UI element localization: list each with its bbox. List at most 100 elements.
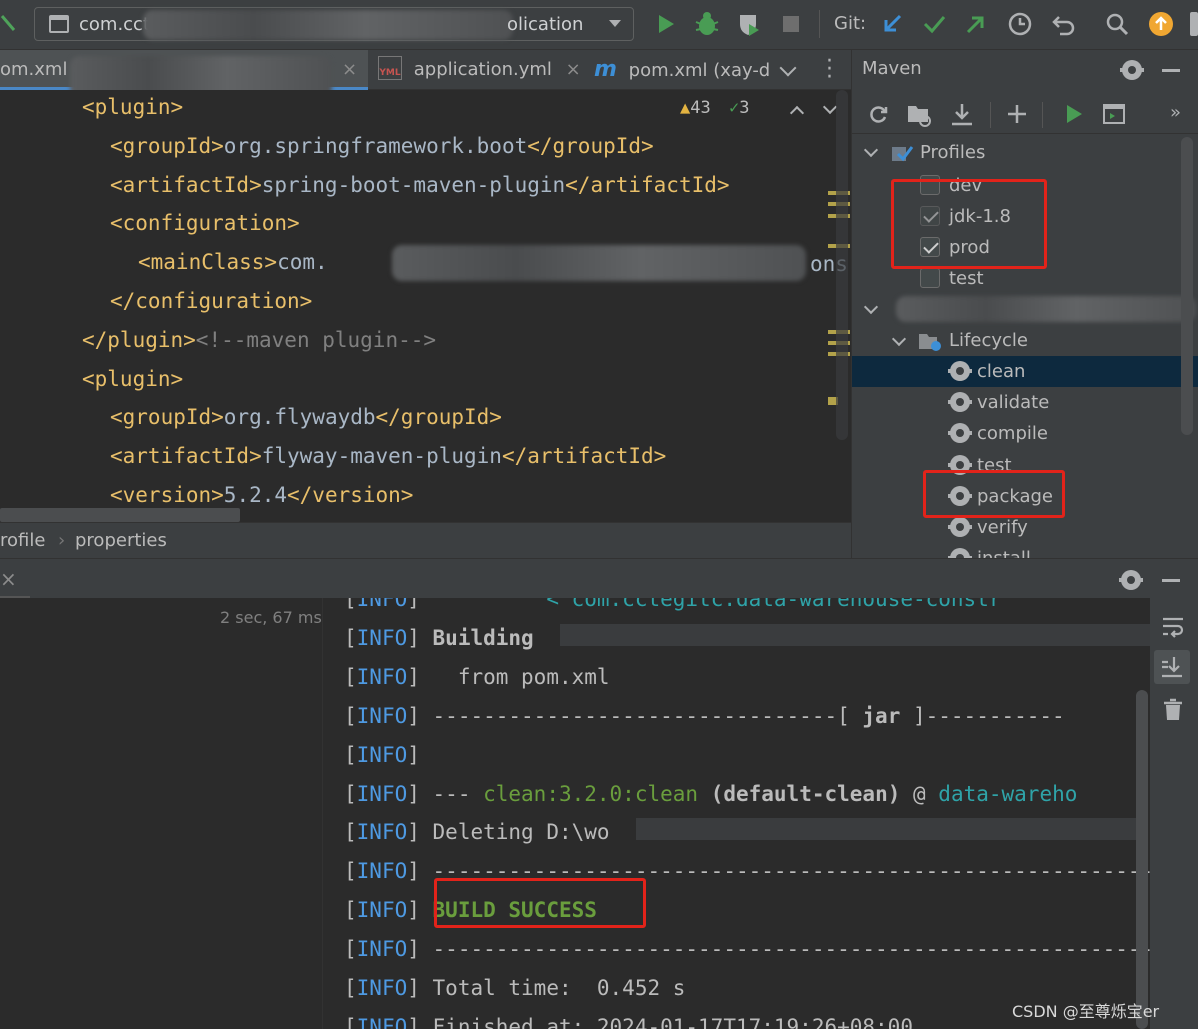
- profile-checkbox[interactable]: [920, 268, 940, 288]
- log-text: Total time: 0.452 s: [432, 976, 686, 1000]
- reload-icon[interactable]: [866, 102, 890, 126]
- soft-wrap-icon[interactable]: [1160, 614, 1186, 640]
- redacted-deleting-path: [636, 818, 1146, 840]
- xml-tag: <mainClass>: [138, 250, 278, 275]
- stop-icon[interactable]: [777, 10, 805, 38]
- lifecycle-label: validate: [977, 392, 1050, 414]
- scroll-to-end-button[interactable]: [1154, 650, 1190, 684]
- log-level: INFO: [356, 742, 408, 767]
- maven-scrollbar[interactable]: [1181, 137, 1193, 435]
- bracket: ]: [407, 937, 433, 962]
- code-line: <artifactId>flyway-maven-plugin</artifac…: [110, 437, 666, 475]
- more-options-icon[interactable]: · · ·: [826, 51, 833, 89]
- breadcrumb-item[interactable]: properties: [75, 523, 167, 559]
- minimize-icon[interactable]: [1162, 579, 1180, 582]
- editor-horizontal-scrollbar[interactable]: [0, 508, 240, 522]
- bracket: ]: [407, 742, 433, 767]
- log-level: INFO: [356, 976, 408, 1000]
- maven-toolbar: »: [852, 94, 1198, 134]
- breadcrumb: rofile › properties: [0, 522, 851, 558]
- more-tools-icon[interactable]: »: [1170, 102, 1181, 123]
- history-icon[interactable]: [1006, 10, 1034, 38]
- tab-pom-xml-1[interactable]: om.xml ( ×: [0, 50, 368, 98]
- log-text: @: [900, 781, 939, 806]
- bracket: [: [344, 1014, 357, 1029]
- git-push-icon[interactable]: [962, 10, 990, 38]
- console-line: [INFO] ---------------------------------…: [344, 930, 1150, 969]
- bracket: ]: [407, 598, 433, 611]
- tab-pom-xml-2[interactable]: m pom.xml (xay-d: [594, 50, 774, 90]
- log-text: < com.cctegitc.data-warehouse-constr: [546, 598, 1002, 611]
- chevron-down-icon[interactable]: [863, 299, 879, 315]
- console-scrollbar[interactable]: [1136, 690, 1148, 1029]
- trash-icon[interactable]: [1162, 698, 1184, 722]
- console-line: [INFO]: [344, 736, 433, 775]
- run-configuration-selector[interactable]: com.cct olication: [34, 7, 634, 41]
- gear-icon: [948, 361, 972, 381]
- xml-tag: </artifactId>: [501, 444, 667, 469]
- settings-gear-icon[interactable]: [1119, 570, 1143, 590]
- close-icon[interactable]: ×: [566, 59, 581, 80]
- xml-tag: <configuration>: [110, 211, 300, 236]
- bracket: [: [344, 820, 357, 845]
- lifecycle-folder-icon: [919, 334, 941, 351]
- tab-list-chevron-icon[interactable]: [779, 59, 797, 77]
- lifecycle-item-compile[interactable]: compile: [852, 418, 1198, 449]
- download-icon[interactable]: [950, 102, 974, 128]
- rollback-icon[interactable]: [1050, 10, 1078, 38]
- console-line: [INFO] Building: [344, 619, 546, 658]
- coverage-icon[interactable]: [735, 10, 763, 38]
- bracket: [: [344, 781, 357, 806]
- console-output[interactable]: [INFO] < com.cctegitc.data-warehouse-con…: [324, 598, 1150, 1029]
- run-icon[interactable]: [652, 10, 680, 38]
- add-icon[interactable]: [1006, 103, 1028, 125]
- execute-goal-icon[interactable]: [1102, 102, 1126, 126]
- code-line: <mainClass>com.: [138, 243, 328, 281]
- git-commit-icon[interactable]: [920, 10, 948, 38]
- bracket: ]: [407, 625, 433, 650]
- toolbar-separator: [1042, 102, 1043, 128]
- tab-application-yml[interactable]: YML application.yml ×: [378, 50, 581, 90]
- code-editor[interactable]: <plugin> <groupId>org.springframework.boo…: [0, 90, 851, 522]
- chevron-down-icon[interactable]: [891, 331, 907, 347]
- generate-sources-icon[interactable]: [906, 102, 932, 128]
- bracket: ]: [407, 1014, 433, 1029]
- close-icon[interactable]: ×: [0, 567, 17, 591]
- debug-icon[interactable]: [693, 10, 721, 38]
- run-maven-build-icon[interactable]: [1062, 102, 1086, 126]
- log-text: Finished at: 2024-01-17T17:19:26+08:00: [432, 1014, 913, 1029]
- close-icon[interactable]: ×: [342, 50, 357, 90]
- log-level: INFO: [356, 859, 408, 884]
- log-level: INFO: [356, 598, 408, 611]
- xml-tag: <groupId>: [110, 133, 224, 158]
- git-update-icon[interactable]: [878, 10, 906, 38]
- window-icon: [49, 15, 69, 33]
- breadcrumb-item[interactable]: rofile: [0, 523, 45, 559]
- lifecycle-item-clean[interactable]: clean: [852, 356, 1198, 387]
- inspection-widget[interactable]: ▲43 ✓3: [680, 98, 749, 124]
- settings-gear-icon[interactable]: [1120, 60, 1144, 80]
- prev-highlight-icon[interactable]: [789, 105, 805, 121]
- maven-m-icon: m: [594, 57, 617, 82]
- minimize-icon[interactable]: [1162, 69, 1180, 72]
- tab-label: pom.xml (xay-d: [628, 60, 771, 81]
- next-highlight-icon[interactable]: [822, 99, 838, 115]
- git-label: Git:: [834, 13, 867, 34]
- chevron-down-icon[interactable]: [863, 142, 879, 158]
- xml-tag: <plugin>: [82, 366, 184, 391]
- bracket: [: [344, 703, 357, 728]
- toolbar-separator: [819, 10, 820, 38]
- search-icon[interactable]: [1103, 10, 1131, 38]
- xml-tag: </groupId>: [527, 133, 654, 158]
- update-icon[interactable]: [1147, 10, 1175, 38]
- breadcrumb-separator: ›: [58, 530, 66, 551]
- xml-tag: <artifactId>: [110, 172, 262, 197]
- bracket: [: [344, 859, 357, 884]
- run-tree[interactable]: 2 sec, 67 ms: [0, 598, 323, 1029]
- log-text: data-wareho: [938, 781, 1078, 806]
- lifecycle-item-validate[interactable]: validate: [852, 387, 1198, 418]
- hammer-icon[interactable]: [0, 12, 18, 36]
- overflow-icon[interactable]: [1190, 12, 1198, 36]
- bracket: [: [344, 976, 357, 1000]
- xml-comment: <!--maven plugin-->: [195, 327, 437, 352]
